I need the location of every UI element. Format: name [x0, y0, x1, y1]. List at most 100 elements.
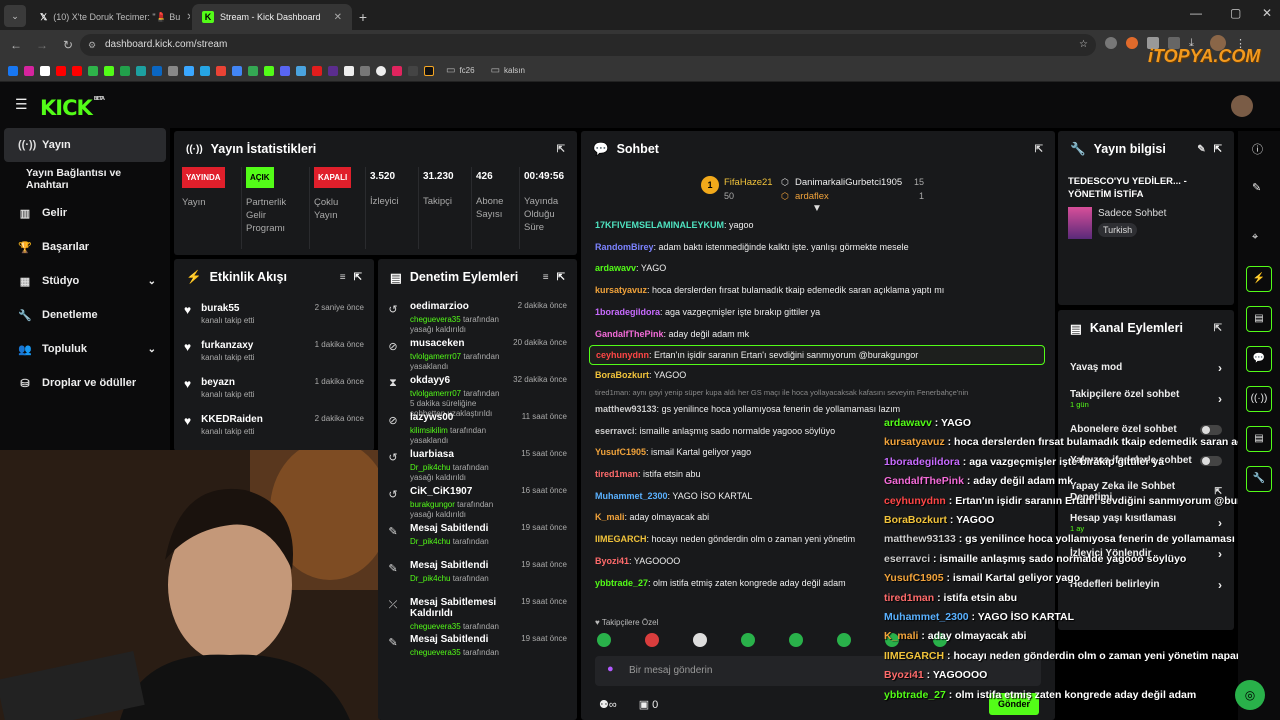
chat-username[interactable]: IIMEGARCH — [595, 534, 647, 544]
hamburger-menu-icon[interactable]: ☰ — [15, 96, 28, 113]
popout-icon[interactable]: ⇱ — [354, 272, 362, 283]
extension-icon[interactable] — [1105, 37, 1117, 49]
chat-message[interactable]: BoraBozkurt: YAGOO — [581, 365, 1055, 387]
support-chat-button[interactable]: ◎ — [1235, 680, 1265, 710]
category-name[interactable]: Sadece Sohbet — [1098, 208, 1166, 219]
leader-name[interactable]: ardaflex — [795, 191, 829, 202]
chat-username[interactable]: tired1man — [595, 469, 638, 479]
edit-icon[interactable]: ✎ — [1252, 181, 1261, 194]
emote-icon[interactable] — [741, 633, 755, 647]
activity-item[interactable]: ♥ furkanzaxy kanalı takip etti 1 dakika önc… — [174, 332, 374, 369]
focus-icon[interactable]: ⌖ — [1252, 231, 1258, 244]
moderation-target[interactable]: Mesaj Sabitlendi — [410, 560, 511, 571]
sidebar-item-denetleme[interactable]: 🔧 Denetleme — [4, 298, 166, 332]
bookmark-icon[interactable] — [376, 65, 386, 76]
bookmark-icon[interactable] — [136, 65, 146, 76]
sidebar-item-studyo[interactable]: ▦ Stüdyo ⌄ — [4, 264, 166, 298]
minimize-icon[interactable]: — — [1190, 6, 1202, 20]
sheets-icon[interactable] — [248, 65, 258, 76]
chat-username[interactable]: K_mali — [595, 512, 625, 522]
moderation-target[interactable]: oedimarzioo — [410, 301, 508, 312]
chat-message[interactable]: 1boradegildora: aga vazgeçmişler işte bı… — [581, 302, 1055, 324]
moderator-name[interactable]: kilimsikilim — [410, 426, 448, 435]
bookmark-folder-fc26[interactable]: ▭ fc26 — [446, 65, 475, 76]
moderator-name[interactable]: cheguevera35 — [410, 648, 461, 657]
sidebar-item-basarilar[interactable]: 🏆 Başarılar — [4, 230, 166, 264]
close-window-icon[interactable]: ✕ — [1262, 6, 1272, 20]
bookmark-icon[interactable] — [424, 65, 434, 76]
chat-message[interactable]: kursatyavuz: hoca derslerden fırsat bula… — [581, 280, 1055, 302]
bookmark-folder-kalsin[interactable]: ▭ kalsın — [491, 65, 525, 76]
moderator-name[interactable]: Dr_pik4chu — [410, 537, 450, 546]
back-icon[interactable]: ← — [6, 38, 26, 52]
chat-username[interactable]: Byozi41 — [595, 556, 629, 566]
chat-username[interactable]: RandomBirey — [595, 242, 654, 252]
bookmark-icon[interactable] — [200, 65, 210, 76]
browser-tab-x[interactable]: 𝕏 (10) X'te Doruk Tecimer: "💄 Bu ✕ — [30, 4, 190, 30]
new-tab-button[interactable]: + — [352, 6, 374, 30]
sidebar-item-gelir[interactable]: ▥ Gelir — [4, 196, 166, 230]
chat-username[interactable]: ardawavv — [595, 263, 636, 273]
chat-username[interactable]: ybbtrade_27 — [595, 578, 648, 588]
chat-username[interactable]: matthew93133 — [595, 404, 657, 414]
popout-icon[interactable]: ⇱ — [1035, 144, 1043, 155]
bookmark-icon[interactable] — [312, 65, 322, 76]
chat-username[interactable]: kursatyavuz — [595, 285, 647, 295]
bookmark-icon[interactable] — [168, 65, 178, 76]
emote-icon[interactable] — [837, 633, 851, 647]
browser-tab-kick[interactable]: K Stream - Kick Dashboard ✕ — [192, 4, 352, 30]
popout-icon[interactable]: ⇱ — [557, 272, 565, 283]
sidebar-item-stream-key[interactable]: Yayın Bağlantısı ve Anahtarı — [4, 162, 166, 196]
moderation-target[interactable]: okdayy6 — [410, 375, 503, 386]
instagram-icon[interactable] — [24, 65, 34, 76]
moderator-name[interactable]: cheguevera35 — [410, 622, 461, 631]
moderation-target[interactable]: Mesaj Sabitlemesi Kaldırıldı — [410, 597, 511, 619]
kick-icon[interactable] — [104, 65, 114, 76]
bookmark-icon[interactable] — [360, 65, 370, 76]
moderation-item[interactable]: ⤫ Mesaj Sabitlemesi Kaldırıldı cheguevera3… — [378, 591, 577, 631]
bookmark-star-icon[interactable]: ☆ — [1079, 34, 1088, 56]
chat-username[interactable]: eserravci — [595, 426, 635, 436]
rail-moderation-button[interactable]: ▤ — [1246, 306, 1272, 332]
filter-icon[interactable]: ≡ — [340, 272, 346, 283]
moderation-item[interactable]: ✎ Mesaj Sabitlendi cheguevera35 tarafından… — [378, 628, 577, 665]
chat-message[interactable]: RandomBirey: adam baktı istenmediğinde k… — [581, 237, 1055, 259]
facebook-icon[interactable] — [8, 65, 18, 76]
moderation-item[interactable]: ⊘ musaceken tvlolgamerrr07 tarafından yasa… — [378, 332, 577, 371]
rail-chat-button[interactable]: 💬 — [1246, 346, 1272, 372]
moderation-target[interactable]: Mesaj Sabitlendi — [410, 634, 511, 645]
info-icon[interactable]: ⓘ — [1252, 141, 1263, 157]
bookmark-icon[interactable] — [392, 65, 402, 76]
url-field[interactable]: ⚙ dashboard.kick.com/stream ☆ — [80, 34, 1096, 56]
moderation-target[interactable]: luarbiasa — [410, 449, 511, 460]
filter-icon[interactable]: ≡ — [543, 272, 549, 283]
chat-message[interactable]: 17KFIVEMSELAMINALEYKUM: yagoo — [581, 215, 1055, 237]
moderation-target[interactable]: CiK_CiK1907 — [410, 486, 511, 497]
language-tag[interactable]: Turkish — [1098, 223, 1138, 237]
leader-name[interactable]: FifaHaze21 — [724, 177, 773, 188]
emote-icon[interactable] — [597, 633, 611, 647]
chat-message[interactable]: ceyhunydnn: Ertan'ın işidir saranın Erta… — [589, 345, 1045, 366]
youtube-icon[interactable] — [56, 65, 66, 76]
leader-name[interactable]: DanimarkaliGurbetci1905 — [795, 177, 902, 188]
bookmark-icon[interactable] — [408, 65, 418, 76]
bookmark-icon[interactable] — [296, 65, 306, 76]
sidebar-item-yayin[interactable]: ((·)) Yayın — [4, 128, 166, 162]
forward-icon[interactable]: → — [32, 38, 52, 52]
chat-username[interactable]: Muhammet_2300 — [595, 491, 668, 501]
emote-icon[interactable] — [789, 633, 803, 647]
chevron-right-icon[interactable]: › — [1218, 392, 1222, 406]
activity-user[interactable]: furkanzaxy — [201, 340, 254, 351]
x-icon[interactable] — [40, 65, 50, 76]
chat-message[interactable]: GandalfThePink: aday değil adam mk — [581, 324, 1055, 346]
bookmark-icon[interactable] — [328, 65, 338, 76]
user-avatar[interactable] — [1231, 95, 1253, 117]
emote-icon[interactable] — [693, 633, 707, 647]
close-tab-icon[interactable]: ✕ — [186, 12, 190, 23]
chevron-right-icon[interactable]: › — [1218, 361, 1222, 375]
emote-icon[interactable] — [645, 633, 659, 647]
chat-username[interactable]: GandalfThePink — [595, 329, 664, 339]
activity-user[interactable]: KKEDRaiden — [201, 414, 263, 425]
moderator-name[interactable]: burakgungor — [410, 500, 455, 509]
rail-settings-button[interactable]: 🔧 — [1246, 466, 1272, 492]
